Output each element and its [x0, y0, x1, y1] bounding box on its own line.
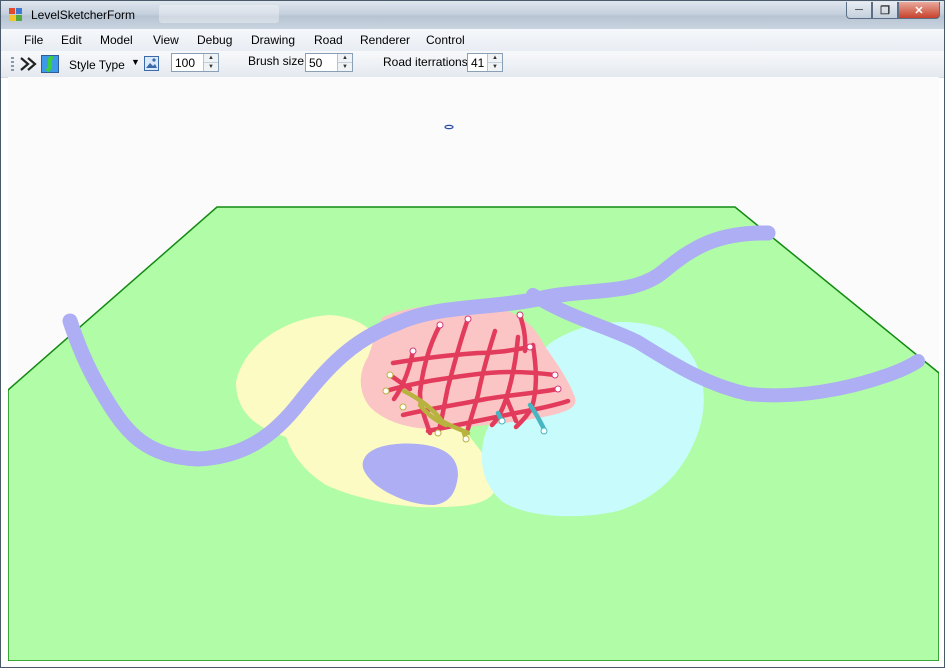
menu-file[interactable]: File	[24, 33, 43, 47]
style-type-dropdown[interactable]: Style Type	[69, 58, 125, 72]
size-stepper[interactable]: 100 ▲▼	[171, 53, 219, 72]
menu-model[interactable]: Model	[100, 33, 133, 47]
cursor-marker-icon	[445, 125, 453, 128]
minimize-icon: ─	[855, 4, 863, 16]
road-iterations-up-arrow-icon[interactable]: ▲	[488, 54, 502, 63]
close-icon: ✕	[914, 4, 923, 17]
road-iterations-stepper[interactable]: 41 ▲▼	[467, 53, 503, 72]
brush-size-down-arrow-icon[interactable]: ▼	[338, 63, 352, 71]
toolbar: Style Type ▼ 100 ▲▼ Brush size 50 ▲▼ Roa…	[1, 51, 944, 78]
size-up-arrow-icon[interactable]: ▲	[204, 54, 218, 63]
app-icon	[9, 8, 23, 22]
size-down-arrow-icon[interactable]: ▼	[204, 63, 218, 71]
size-value: 100	[175, 56, 195, 70]
background-window-tab	[159, 5, 279, 23]
restore-icon: ❐	[880, 4, 890, 17]
road-iterations-value: 41	[471, 56, 484, 70]
brush-size-label: Brush size	[248, 54, 304, 68]
chevron-down-icon[interactable]: ▼	[131, 57, 140, 67]
ground-plane	[8, 207, 939, 661]
brush-tool-icon[interactable]	[41, 55, 59, 73]
close-button[interactable]: ✕	[898, 2, 940, 19]
road-iterations-down-arrow-icon[interactable]: ▼	[488, 63, 502, 71]
level-scene[interactable]	[8, 77, 939, 661]
menu-edit[interactable]: Edit	[61, 33, 82, 47]
toolbar-grip[interactable]	[11, 57, 14, 72]
title-bar[interactable]: LevelSketcherForm ─ ❐ ✕	[1, 1, 944, 29]
menu-debug[interactable]: Debug	[197, 33, 232, 47]
brush-size-stepper[interactable]: 50 ▲▼	[305, 53, 353, 72]
menu-control[interactable]: Control	[426, 33, 465, 47]
brush-size-value: 50	[309, 56, 322, 70]
window-title: LevelSketcherForm	[31, 8, 135, 22]
menu-renderer[interactable]: Renderer	[360, 33, 410, 47]
menu-drawing[interactable]: Drawing	[251, 33, 295, 47]
brush-size-up-arrow-icon[interactable]: ▲	[338, 54, 352, 63]
menu-road[interactable]: Road	[314, 33, 343, 47]
image-icon[interactable]	[144, 56, 159, 71]
minimize-button[interactable]: ─	[846, 2, 872, 19]
menu-view[interactable]: View	[153, 33, 179, 47]
menu-bar: File Edit Model View Debug Drawing Road …	[1, 29, 944, 51]
maximize-button[interactable]: ❐	[872, 2, 898, 19]
road-tool-icon[interactable]	[19, 55, 37, 73]
main-window: LevelSketcherForm ─ ❐ ✕ File Edit Model …	[0, 0, 945, 668]
render-viewport[interactable]	[8, 77, 939, 661]
road-iterations-label: Road iterrations	[383, 55, 468, 69]
